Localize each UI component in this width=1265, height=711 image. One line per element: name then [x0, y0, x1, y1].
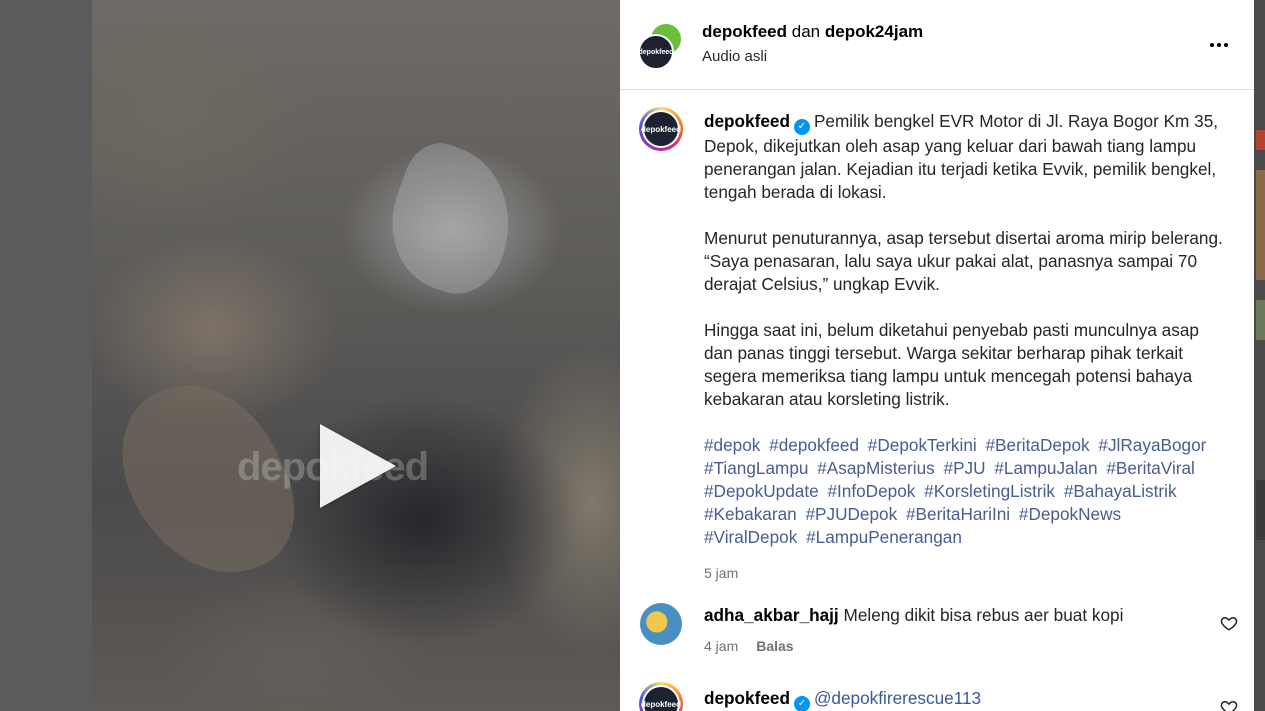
post-video[interactable]: depokfeed	[92, 0, 620, 711]
more-icon	[1210, 43, 1214, 47]
post-header: depokfeed depokfeed dan depok24jam Audio…	[620, 0, 1254, 90]
more-icon-dot	[1217, 43, 1221, 47]
hashtag-link[interactable]: #InfoDepok	[827, 481, 915, 501]
hashtag-link[interactable]: #DepokNews	[1019, 504, 1121, 524]
verified-icon: ✓	[793, 696, 810, 711]
avatar-label: depokfeed	[638, 48, 674, 56]
play-icon[interactable]	[320, 424, 396, 508]
caption-avatar-ring-inner: depokfeed	[641, 110, 682, 148]
page-backdrop-right	[1254, 0, 1265, 711]
hashtag-link[interactable]: #Kebakaran	[704, 504, 797, 524]
caption-paragraph-3: Hingga saat ini, belum diketahui penyeba…	[704, 320, 1199, 409]
hashtag-link[interactable]: #DepokTerkini	[868, 435, 977, 455]
collab-usernames: depokfeed dan depok24jam	[702, 22, 923, 42]
video-plastic-shape	[371, 133, 533, 307]
hashtag-link[interactable]: #PJUDepok	[805, 504, 897, 524]
caption-paragraph-1: depokfeed ✓ Pemilik bengkel EVR Motor di J…	[704, 110, 1224, 204]
reply-button[interactable]: Balas	[756, 638, 793, 654]
heart-icon[interactable]	[1220, 698, 1238, 711]
comment-text: depokfeed ✓ @depokfirerescue113	[704, 688, 981, 711]
more-icon-dot	[1224, 43, 1228, 47]
comment-avatar[interactable]	[640, 603, 682, 645]
heart-icon[interactable]	[1220, 614, 1238, 632]
more-options-button[interactable]	[1206, 32, 1232, 58]
caption-avatar[interactable]: depokfeed	[639, 107, 683, 151]
caption-avatar-label: depokfeed	[641, 124, 682, 134]
hashtag-link[interactable]: #JlRayaBogor	[1098, 435, 1206, 455]
comment-avatar-ring-inner: depokfeed	[641, 685, 682, 711]
page-backdrop-left	[0, 0, 92, 711]
caption-text: depokfeed ✓ Pemilik bengkel EVR Motor di J…	[704, 110, 1224, 585]
caption-username[interactable]: depokfeed	[704, 111, 790, 131]
comment-time: 4 jam	[704, 638, 739, 654]
header-joiner: dan	[791, 22, 821, 41]
hashtag-link[interactable]: #LampuJalan	[994, 458, 1097, 478]
post-detail-panel: depokfeed depokfeed dan depok24jam Audio…	[620, 0, 1254, 711]
hashtag-link[interactable]: #BeritaViral	[1106, 458, 1195, 478]
comment-username[interactable]: depokfeed	[704, 688, 790, 708]
hashtag-link[interactable]: #depok	[704, 435, 760, 455]
hashtag-link[interactable]: #ViralDepok	[704, 527, 797, 547]
collab-avatars[interactable]: depokfeed	[638, 22, 686, 70]
hashtag-link[interactable]: #TiangLampu	[704, 458, 808, 478]
hashtag-link[interactable]: #DepokUpdate	[704, 481, 819, 501]
audio-label[interactable]: Audio asli	[702, 48, 767, 65]
comment-mention[interactable]: @depokfirerescue113	[814, 688, 981, 708]
comment-body: Meleng dikit bisa rebus aer buat kopi	[843, 605, 1124, 625]
header-username-1[interactable]: depokfeed	[702, 22, 787, 41]
hashtag-link[interactable]: #LampuPenerangan	[806, 527, 962, 547]
hashtag-link[interactable]: #BahayaListrik	[1064, 481, 1177, 501]
header-username-2[interactable]: depok24jam	[825, 22, 923, 41]
hashtag-link[interactable]: #PJU	[944, 458, 986, 478]
comment-text: adha_akbar_hajj Meleng dikit bisa rebus …	[704, 605, 1123, 626]
caption-timestamp: 5 jam	[704, 565, 739, 581]
hashtag-link[interactable]: #AsapMisterius	[817, 458, 935, 478]
comment-username[interactable]: adha_akbar_hajj	[704, 605, 839, 625]
hashtag-link[interactable]: #BeritaHariIni	[906, 504, 1010, 524]
hashtag-link[interactable]: #depokfeed	[769, 435, 859, 455]
hashtag-list: #depok #depokfeed #DepokTerkini #BeritaD…	[704, 434, 1224, 549]
verified-icon: ✓	[793, 119, 810, 135]
hashtag-link[interactable]: #BeritaDepok	[985, 435, 1089, 455]
comment-avatar-core: depokfeed	[641, 687, 682, 711]
caption-avatar-core: depokfeed	[641, 112, 682, 146]
comment-avatar-label: depokfeed	[641, 699, 682, 709]
comment-meta: 4 jam Balas	[704, 638, 794, 654]
hashtag-link[interactable]: #KorsletingListrik	[924, 481, 1055, 501]
caption-paragraph-2: Menurut penuturannya, asap tersebut dise…	[704, 228, 1223, 294]
avatar-depokfeed: depokfeed	[638, 34, 674, 70]
comment-avatar[interactable]: depokfeed	[639, 682, 683, 711]
